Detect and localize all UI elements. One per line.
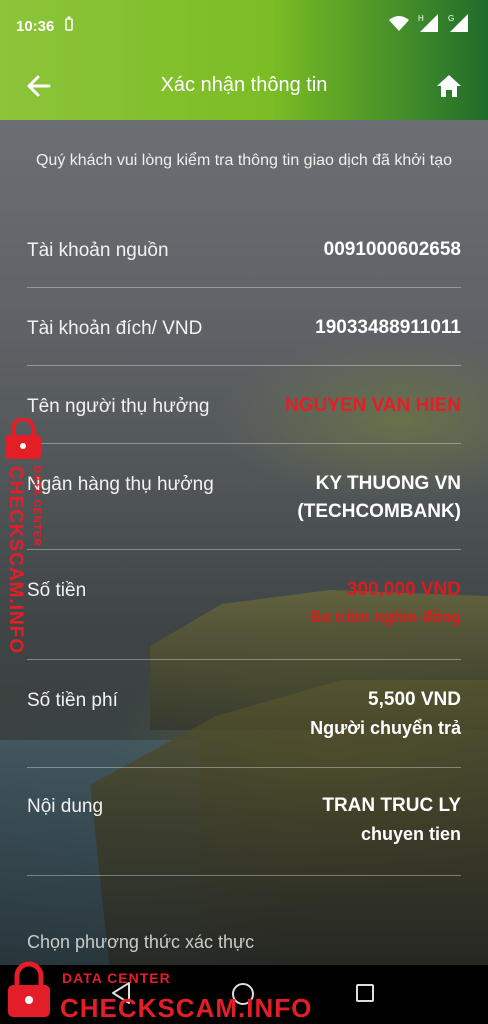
fee-payer: Người chuyển trả [310,718,461,738]
row-value: 300,000 VND Ba trăm nghìn đồng [310,576,461,632]
row-label: Tài khoản nguồn [27,240,169,261]
svg-text:H: H [418,14,424,23]
row-value: 5,500 VND Người chuyển trả [310,686,461,742]
amount-in-words: Ba trăm nghìn đồng [309,609,461,626]
watermark-brand: CHECKSCAM.INFO [60,993,313,1023]
row-content: Nội dung TRAN TRUC LY chuyen tien [27,768,461,876]
signal-g-icon: G [448,14,470,37]
row-value: KY THUONG VN (TECHCOMBANK) [297,470,461,526]
wifi-icon [388,15,410,36]
intro-text: Quý khách vui lòng kiểm tra thông tin gi… [35,152,453,169]
row-value: 0091000602658 [323,239,461,260]
row-label: Ngân hàng thụ hưởng [27,474,214,495]
watermark-brand: CHECKSCAM.INFO [5,466,26,655]
auth-method-caption: Chọn phương thức xác thực [27,932,255,952]
amount-value: 300,000 VND [346,579,461,600]
notification-icon [64,16,74,37]
row-value: NGUYEN VAN HIEN [285,395,461,416]
row-label: Tài khoản đích/ VND [27,318,203,339]
row-fee: Số tiền phí 5,500 VND Người chuyển trả [27,660,461,768]
watermark-bottom: DATA CENTER CHECKSCAM.INFO [0,958,311,1024]
fee-value: 5,500 VND [368,689,461,710]
row-beneficiary-name: Tên người thụ hưởng NGUYEN VAN HIEN [27,366,461,444]
svg-text:G: G [448,14,454,23]
content-line-2: chuyen tien [360,824,461,844]
bank-code: (TECHCOMBANK) [297,501,461,522]
lock-icon [8,961,50,1017]
nav-recents-icon[interactable] [356,984,374,1002]
watermark-data-center: DATA CENTER [31,466,42,547]
bank-name: KY THUONG VN [315,473,461,494]
row-source-account: Tài khoản nguồn 0091000602658 [27,208,461,288]
row-destination-account: Tài khoản đích/ VND 19033488911011 [27,288,461,366]
clock: 10:36 [16,17,55,35]
content-line-1: TRAN TRUC LY [322,795,461,816]
row-label: Nội dung [27,796,104,817]
row-beneficiary-bank: Ngân hàng thụ hưởng KY THUONG VN (TECHCO… [27,444,461,550]
app-bar: Xác nhận thông tin [0,52,488,120]
watermark-vertical: CHECKSCAM.INFO DATA CENTER [2,417,52,658]
confirmation-panel: Quý khách vui lòng kiểm tra thông tin gi… [0,120,488,965]
watermark-data-center: DATA CENTER [62,970,171,986]
page-title: Xác nhận thông tin [160,74,328,96]
signal-h-icon: H [418,14,440,37]
status-bar: 10:36 H G [0,0,488,52]
row-value: 19033488911011 [315,317,461,338]
row-label: Tên người thụ hưởng [27,396,210,417]
home-icon[interactable] [436,74,462,98]
row-label: Số tiền phí [27,690,118,711]
row-amount: Số tiền 300,000 VND Ba trăm nghìn đồng [27,550,461,660]
row-value: TRAN TRUC LY chuyen tien [322,792,461,848]
